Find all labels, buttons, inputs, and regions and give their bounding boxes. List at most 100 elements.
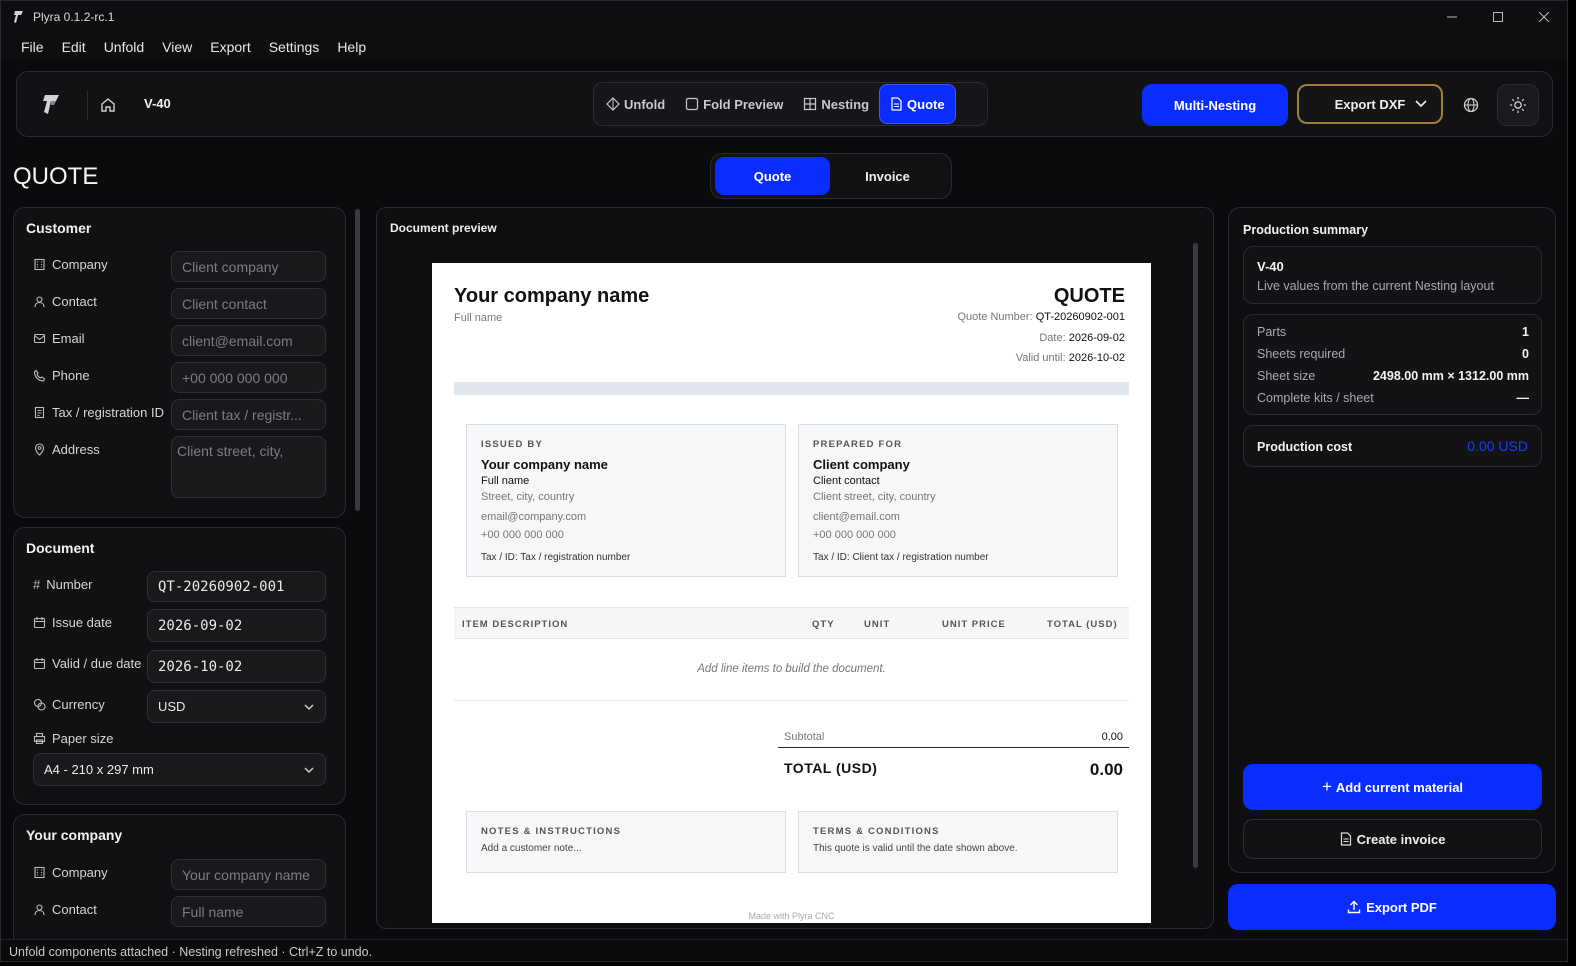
- page-title: QUOTE: [13, 163, 99, 190]
- maximize-icon[interactable]: [1475, 1, 1521, 32]
- segment-quote[interactable]: Quote: [715, 157, 830, 195]
- location-pin-icon: [34, 443, 45, 456]
- document-number-input[interactable]: QT-20260902-001: [147, 571, 326, 602]
- paper-meta: Quote Number: QT-20260902-001 Date: 2026…: [957, 311, 1125, 364]
- menu-export[interactable]: Export: [201, 39, 259, 55]
- customer-email-input[interactable]: client@email.com: [171, 325, 326, 356]
- company-contact-input[interactable]: Full name: [171, 896, 326, 927]
- customer-heading: Customer: [26, 220, 92, 236]
- mail-icon: [33, 333, 46, 344]
- company-name-input[interactable]: Your company name: [171, 859, 326, 890]
- add-current-material-button[interactable]: + Add current material: [1243, 764, 1542, 810]
- user-icon: [34, 904, 45, 916]
- preview-scrollbar[interactable]: [1193, 243, 1198, 868]
- company-name-label: Company: [33, 865, 108, 880]
- menu-view[interactable]: View: [153, 39, 201, 55]
- paper-size-select[interactable]: A4 - 210 x 297 mm: [33, 753, 326, 786]
- customer-phone-input[interactable]: +00 000 000 000: [171, 362, 326, 393]
- issued-by-box: ISSUED BY Your company name Full name St…: [466, 424, 786, 577]
- left-panel-scrollbar[interactable]: [355, 209, 360, 511]
- document-icon: [1340, 832, 1351, 846]
- menu-settings[interactable]: Settings: [260, 39, 329, 55]
- coins-icon: [33, 698, 46, 711]
- chevron-down-icon: [304, 703, 314, 710]
- summary-project-name: V-40: [1257, 259, 1284, 274]
- prepared-for-box: PREPARED FOR Client company Client conta…: [798, 424, 1118, 577]
- tab-nesting-label: Nesting: [821, 96, 870, 112]
- customer-email-label: Email: [33, 331, 85, 346]
- menu-bar: File Edit Unfold View Export Settings He…: [1, 32, 1567, 61]
- create-invoice-button[interactable]: Create invoice: [1243, 819, 1542, 859]
- issue-date-label: Issue date: [33, 615, 112, 630]
- phone-icon: [33, 369, 46, 382]
- your-company-heading: Your company: [26, 827, 123, 843]
- theme-toggle-button[interactable]: [1497, 84, 1539, 126]
- tab-quote-label: Quote: [907, 96, 945, 112]
- close-icon[interactable]: [1521, 1, 1567, 32]
- multi-nesting-button[interactable]: Multi-Nesting: [1142, 84, 1288, 126]
- summary-project-box: V-40 Live values from the current Nestin…: [1243, 246, 1542, 304]
- building-icon: [34, 866, 45, 879]
- user-icon: [34, 296, 45, 308]
- paper-full-name: Full name: [454, 312, 503, 324]
- due-date-input[interactable]: 2026-10-02: [147, 650, 326, 683]
- status-message: Unfold components attached · Nesting ref…: [9, 944, 373, 959]
- production-summary-panel: Production summary V-40 Live values from…: [1228, 207, 1556, 873]
- brand-logo-icon: [35, 88, 69, 122]
- your-company-card: Your company Company Your company name C…: [13, 814, 346, 954]
- tab-nesting[interactable]: Nesting: [793, 84, 879, 124]
- customer-address-label: Address: [33, 442, 100, 457]
- production-cost-label: Production cost: [1257, 440, 1353, 454]
- summary-heading: Production summary: [1243, 223, 1369, 237]
- menu-edit[interactable]: Edit: [53, 39, 95, 55]
- app-logo-icon: [13, 10, 27, 24]
- document-type-switch: Quote Invoice: [710, 153, 952, 199]
- status-bar: Unfold components attached · Nesting ref…: [1, 939, 1567, 961]
- receipt-icon: [34, 406, 45, 419]
- hash-icon: #: [33, 577, 41, 592]
- document-icon: [891, 97, 902, 111]
- customer-tax-label: Tax / registration ID: [33, 405, 164, 420]
- mode-tabs: Unfold Fold Preview Nesting Quote: [593, 82, 988, 126]
- quote-paper: Your company name Full name QUOTE Quote …: [432, 263, 1151, 923]
- tab-quote[interactable]: Quote: [879, 84, 956, 124]
- customer-company-input[interactable]: Client company: [171, 251, 326, 282]
- issue-date-input[interactable]: 2026-09-02: [147, 609, 326, 642]
- customer-tax-input[interactable]: Client tax / registr...: [171, 399, 326, 430]
- export-dxf-button[interactable]: Export DXF: [1297, 84, 1443, 124]
- menu-unfold[interactable]: Unfold: [95, 39, 153, 55]
- calendar-icon: [33, 658, 46, 670]
- currency-select[interactable]: USD: [147, 690, 326, 723]
- summary-row-sheet-size: Sheet size 2498.00 mm × 1312.00 mm: [1257, 369, 1529, 383]
- printer-icon: [33, 732, 46, 745]
- home-icon[interactable]: [95, 92, 121, 118]
- toolbar-divider: [87, 90, 88, 120]
- main-toolbar: V-40 Unfold Fold Preview Nesting Quote M…: [16, 71, 1553, 137]
- terms-box: TERMS & CONDITIONS This quote is valid u…: [798, 811, 1118, 873]
- segment-invoice[interactable]: Invoice: [830, 157, 945, 195]
- calendar-icon: [33, 617, 46, 629]
- menu-file[interactable]: File: [12, 39, 53, 55]
- tab-unfold[interactable]: Unfold: [596, 84, 675, 124]
- production-cost-value: 0.00 USD: [1467, 438, 1528, 454]
- items-empty-message: Add line items to build the document.: [697, 663, 886, 675]
- tab-fold-preview[interactable]: Fold Preview: [675, 84, 793, 124]
- customer-address-textarea[interactable]: Client street, city,: [171, 436, 326, 498]
- due-date-label: Valid / due date: [33, 656, 141, 671]
- globe-icon[interactable]: [1451, 85, 1491, 125]
- plus-icon: +: [1321, 777, 1332, 796]
- document-preview-label: Document preview: [390, 221, 497, 235]
- paper-doc-title: QUOTE: [1053, 285, 1125, 307]
- chevron-down-icon[interactable]: [1415, 100, 1427, 108]
- notes-box: NOTES & INSTRUCTIONS Add a customer note…: [466, 811, 786, 873]
- subtotal-label: Subtotal: [784, 731, 825, 743]
- minimize-icon[interactable]: [1429, 1, 1475, 32]
- export-pdf-button[interactable]: Export PDF: [1228, 884, 1556, 930]
- customer-contact-input[interactable]: Client contact: [171, 288, 326, 319]
- paper-size-label: Paper size: [33, 731, 113, 746]
- nesting-icon: [804, 97, 817, 111]
- document-number-label: # Number: [33, 577, 93, 592]
- menu-help[interactable]: Help: [328, 39, 375, 55]
- app-window: Plyra 0.1.2-rc.1 File Edit Unfold View E…: [0, 0, 1568, 962]
- totals-divider: [778, 747, 1129, 748]
